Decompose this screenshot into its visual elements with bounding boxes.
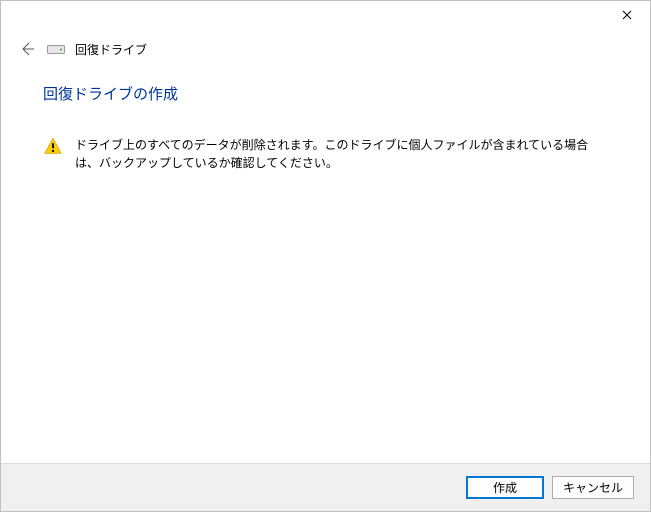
breadcrumb-title: 回復ドライブ <box>75 41 147 58</box>
header: 回復ドライブ <box>17 39 634 59</box>
create-button[interactable]: 作成 <box>466 476 544 499</box>
main-content: 回復ドライブの作成 ドライブ上のすべてのデータが削除されます。このドライブに個人… <box>43 83 608 172</box>
back-arrow-icon <box>19 41 35 57</box>
warning-text: ドライブ上のすべてのデータが削除されます。このドライブに個人ファイルが含まれてい… <box>75 136 608 172</box>
close-button[interactable] <box>604 1 650 31</box>
cancel-button[interactable]: キャンセル <box>552 476 634 499</box>
warning-row: ドライブ上のすべてのデータが削除されます。このドライブに個人ファイルが含まれてい… <box>43 136 608 172</box>
close-icon <box>622 9 632 23</box>
drive-icon <box>47 42 65 56</box>
warning-icon <box>43 136 63 156</box>
back-button[interactable] <box>17 39 37 59</box>
footer: 作成 キャンセル <box>1 463 650 511</box>
page-title: 回復ドライブの作成 <box>43 83 608 104</box>
